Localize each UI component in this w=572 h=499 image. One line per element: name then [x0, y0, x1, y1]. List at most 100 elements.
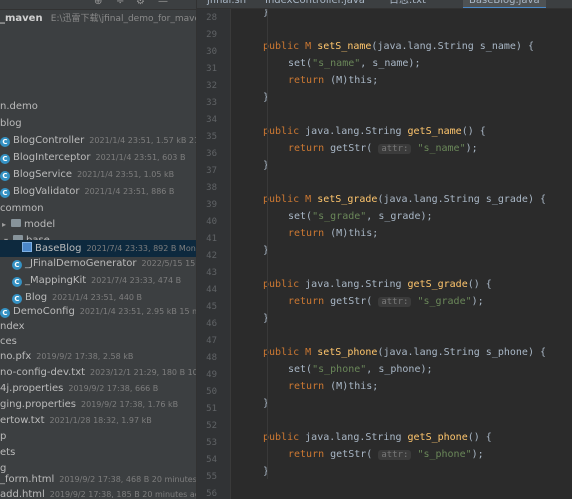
tree-row-label: 4j.properties: [0, 383, 64, 394]
locate-icon[interactable]: ⊕: [94, 0, 102, 7]
expand-arrow-icon[interactable]: ▸: [2, 216, 11, 233]
line-number: 36: [206, 149, 217, 159]
code-token: return: [288, 296, 325, 307]
tree-root-row[interactable]: _maven E:\迅雷下载\jfinal_demo_for_maven: [0, 10, 196, 27]
tree-row[interactable]: ets: [0, 444, 196, 461]
tree-row[interactable]: no.pfx 2019/9/2 17:38, 2.58 kB: [0, 348, 196, 365]
editor-tab-bar: jfinal.sh IndexController.java 日志.txt BaseB…: [197, 0, 572, 9]
line-number: 31: [206, 64, 217, 74]
line-number: 42: [206, 251, 217, 261]
line-number: 34: [206, 115, 217, 125]
tree-row-label: common: [0, 203, 44, 214]
tree-row[interactable]: ertow.txt 2021/1/28 18:32, 1.97 kB: [0, 412, 196, 429]
hide-icon[interactable]: —: [158, 0, 168, 7]
tree-row-meta: 2021/1/4 23:51, 1.57 kB 21 minutes ago: [89, 136, 196, 145]
line-number: 55: [206, 472, 217, 482]
code-line[interactable]: set("s_name", s_name);: [288, 55, 420, 72]
tree-root-path: E:\迅雷下载\jfinal_demo_for_maven: [50, 14, 196, 24]
tree-row-label: n.demo: [0, 101, 38, 112]
code-line[interactable]: return getStr( attr: "s_name");: [288, 140, 478, 157]
code-token: (M)this;: [330, 381, 379, 392]
tree-row[interactable]: C BlogValidator 2021/1/4 23:51, 886 B: [0, 183, 196, 200]
line-number: 46: [206, 319, 217, 329]
line-number: 48: [206, 353, 217, 363]
tree-row-meta: 2021/1/4 23:51, 603 B: [95, 153, 186, 162]
code-token: (java.lang.String s_name) {: [371, 41, 534, 52]
code-line[interactable]: public M setS_phone(java.lang.String s_p…: [263, 344, 546, 361]
code-token: set(: [288, 211, 313, 222]
tree-row-meta: 2021/1/4 23:51, 2.95 kB 15 m: [79, 307, 196, 316]
tab-baseblog-java[interactable]: BaseBlog.java: [463, 0, 546, 8]
code-line[interactable]: public M setS_grade(java.lang.String s_g…: [263, 191, 546, 208]
line-number: 52: [206, 421, 217, 431]
method-name: getS_grade: [407, 279, 468, 290]
line-number: 44: [206, 285, 217, 295]
code-line[interactable]: set("s_phone", s_phone);: [288, 361, 433, 378]
tree-row-meta: 2021/7/4 23:33, 474 B: [91, 276, 182, 285]
tree-row-meta: 2021/1/4 23:51, 886 B: [84, 187, 175, 196]
code-line[interactable]: return getStr( attr: "s_grade");: [288, 293, 484, 310]
java-class-icon: C: [0, 188, 10, 198]
code-line[interactable]: return (M)this;: [288, 225, 378, 242]
code-line[interactable]: return (M)this;: [288, 72, 378, 89]
tree-row-label: blog: [0, 118, 22, 129]
code-line[interactable]: public java.lang.String getS_phone() {: [263, 429, 492, 446]
tree-row[interactable]: blog: [0, 115, 196, 132]
code-line[interactable]: return getStr( attr: "s_phone");: [288, 446, 484, 463]
tree-row[interactable]: C BlogInterceptor 2021/1/4 23:51, 603 B: [0, 149, 196, 166]
tree-row-label: ging.properties: [0, 399, 77, 410]
tree-row[interactable]: add.html 2019/9/2 17:38, 185 B 20 minutes…: [0, 486, 196, 499]
tree-row[interactable]: common: [0, 200, 196, 217]
code-token: return: [288, 381, 325, 392]
method-name: getS_name: [407, 126, 462, 137]
tab-jfinal-sh[interactable]: jfinal.sh: [201, 0, 252, 8]
code-line[interactable]: public java.lang.String getS_grade() {: [263, 276, 492, 293]
line-number: 30: [206, 47, 217, 57]
java-class-icon: C: [0, 308, 10, 318]
code-token: public: [263, 279, 306, 290]
tree-row[interactable]: C_JFinalDemoGenerator 2022/5/15 15:52: [0, 255, 196, 272]
tree-row-label: _form.html: [0, 474, 55, 485]
tree-row-meta: 2023/12/1 21:29, 180 B 10: [90, 368, 196, 377]
tab--txt[interactable]: 日志.txt: [383, 0, 432, 8]
tree-row-label: no.pfx: [0, 351, 32, 362]
tree-row-meta: 2021/7/4 23:33, 892 B Mon: [86, 244, 196, 253]
line-number: 53: [206, 438, 217, 448]
tree-row[interactable]: p: [0, 428, 196, 445]
tree-row[interactable]: ▸ model: [0, 216, 196, 233]
tree-row-meta: 2019/9/2 17:38, 1.76 kB: [81, 400, 179, 409]
line-number: 41: [206, 234, 217, 244]
line-number: 51: [206, 404, 217, 414]
code-token: () {: [467, 432, 492, 443]
tree-row[interactable]: C BlogService 2021/1/4 23:51, 1.05 kB: [0, 166, 196, 183]
collapse-icon[interactable]: ÷: [116, 0, 124, 7]
line-number: 49: [206, 370, 217, 380]
code-line[interactable]: return (M)this;: [288, 378, 378, 395]
code-token: (M)this;: [330, 75, 379, 86]
code-token: (java.lang.String s_phone) {: [377, 347, 547, 358]
code-token: java.lang.String: [305, 432, 408, 443]
code-token: , s_name);: [360, 58, 421, 69]
tree-row-meta: 2019/9/2 17:38, 2.58 kB: [36, 352, 134, 361]
project-tool-window: ⊕ ÷ ⚙ — _maven E:\迅雷下载\jfinal_demo_for_m…: [0, 0, 196, 499]
code-token: public: [263, 126, 306, 137]
tree-row[interactable]: C BlogController 2021/1/4 23:51, 1.57 kB 2…: [0, 132, 196, 149]
tree-row[interactable]: C _MappingKit 2021/7/4 23:33, 474 B: [0, 272, 196, 289]
tree-row[interactable]: ging.properties 2019/9/2 17:38, 1.76 kB: [0, 396, 196, 413]
code-line[interactable]: public M setS_name(java.lang.String s_na…: [263, 38, 534, 55]
code-token: "s_name": [312, 58, 361, 69]
tree-row[interactable]: n.demo: [0, 98, 196, 115]
code-token: );: [471, 449, 484, 460]
line-number: 33: [206, 98, 217, 108]
line-number: 47: [206, 336, 217, 346]
code-editor[interactable]: }return getStr( attr: "s_number");public…: [232, 9, 572, 499]
tree-row[interactable]: 4j.properties 2019/9/2 17:38, 666 B: [0, 380, 196, 397]
gear-icon[interactable]: ⚙: [136, 0, 145, 7]
tree-row[interactable]: no-config-dev.txt 2023/12/1 21:29, 180 B …: [0, 364, 196, 381]
code-line[interactable]: set("s_grade", s_grade);: [288, 208, 433, 225]
tab-indexcontroller-java[interactable]: IndexController.java: [259, 0, 371, 8]
code-line[interactable]: public java.lang.String getS_name() {: [263, 123, 486, 140]
code-token: "s_grade": [417, 296, 472, 307]
tree-row-label: BlogValidator: [13, 186, 80, 197]
tree-row-label: no-config-dev.txt: [0, 367, 86, 378]
